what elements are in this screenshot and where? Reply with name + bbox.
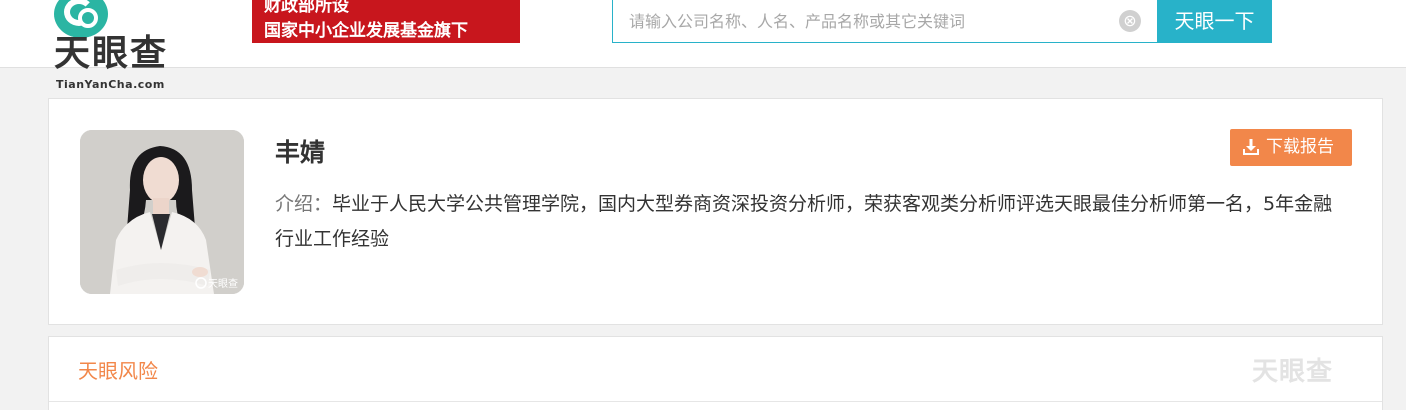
risk-section-title[interactable]: 天眼风险 xyxy=(78,355,158,384)
clear-icon[interactable]: ⊗ xyxy=(1119,10,1141,32)
section-divider xyxy=(49,401,1382,402)
risk-watermark: 天眼查 xyxy=(1252,357,1334,387)
search-button[interactable]: 天眼一下 xyxy=(1157,0,1272,43)
banner-line-2: 国家中小企业发展基金旗下 xyxy=(264,21,468,41)
banner-line-1: 财政部所设 xyxy=(264,0,349,16)
intro-text: 毕业于人民大学公共管理学院，国内大型券商资深投资分析师，荣获客观类分析师评选天眼… xyxy=(275,193,1333,250)
logo-domain: TianYanCha.com xyxy=(56,78,165,91)
download-report-button[interactable]: 下载报告 xyxy=(1230,129,1352,166)
logo-text: 天眼查 xyxy=(54,33,169,74)
avatar: 天眼查 xyxy=(80,130,244,294)
risk-section: 天眼风险 天眼查 xyxy=(48,336,1383,410)
download-icon xyxy=(1243,139,1259,155)
avatar-watermark: 天眼查 xyxy=(208,277,238,290)
avatar-photo: 天眼查 xyxy=(80,130,244,294)
top-header: 天眼查 TianYanCha.com 财政部所设 国家中小企业发展基金旗下 ⊗ … xyxy=(0,0,1406,91)
promo-banner[interactable]: 财政部所设 国家中小企业发展基金旗下 xyxy=(252,0,520,43)
search-box: ⊗ xyxy=(612,0,1158,43)
search-input[interactable] xyxy=(629,8,1109,34)
person-name: 丰婧 xyxy=(275,138,326,167)
profile-card: 天眼查 丰婧 介绍：毕业于人民大学公共管理学院，国内大型券商资深投资分析师，荣获… xyxy=(48,98,1383,325)
person-intro: 介绍：毕业于人民大学公共管理学院，国内大型券商资深投资分析师，荣获客观类分析师评… xyxy=(275,187,1335,257)
download-report-label: 下载报告 xyxy=(1266,137,1334,157)
site-logo[interactable]: 天眼查 TianYanCha.com xyxy=(52,0,182,94)
intro-label: 介绍： xyxy=(275,193,333,215)
